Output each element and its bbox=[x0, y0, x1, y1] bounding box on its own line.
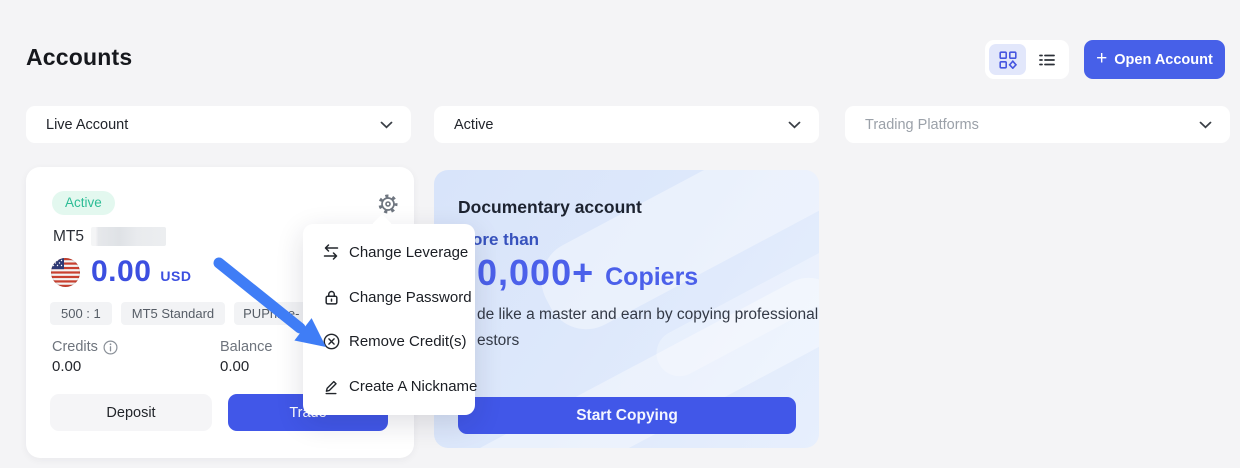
platform-label: MT5 bbox=[53, 228, 84, 246]
credits-label: Credits bbox=[52, 339, 98, 355]
pencil-icon bbox=[322, 378, 340, 396]
chevron-down-icon bbox=[788, 121, 801, 129]
list-view-icon bbox=[1038, 51, 1056, 69]
account-type-tag: MT5 Standard bbox=[121, 302, 225, 325]
account-tags: 500 : 1 MT5 Standard PUPrime- 2 bbox=[50, 302, 346, 325]
chevron-down-icon bbox=[1199, 121, 1212, 129]
promo-description-line1: de like a master and earn by copying pro… bbox=[477, 306, 818, 324]
start-copying-button[interactable]: Start Copying bbox=[458, 397, 796, 434]
balance-amount: 0.00 bbox=[91, 255, 151, 289]
deposit-label: Deposit bbox=[106, 405, 155, 421]
currency-code: USD bbox=[160, 268, 191, 284]
chevron-down-icon bbox=[380, 121, 393, 129]
lock-icon bbox=[322, 288, 340, 306]
copiers-word: Copiers bbox=[605, 263, 698, 292]
promo-description-line2: estors bbox=[477, 332, 519, 350]
view-toggle bbox=[985, 40, 1069, 79]
menu-item-label: Remove Credit(s) bbox=[349, 333, 467, 350]
leverage-tag: 500 : 1 bbox=[50, 302, 112, 325]
trading-platforms-dropdown[interactable]: Trading Platforms bbox=[845, 106, 1230, 143]
balance-label: Balance bbox=[220, 339, 272, 355]
us-flag-icon bbox=[51, 258, 80, 287]
balance-display: 0.00 USD bbox=[51, 255, 191, 289]
promo-title: Documentary account bbox=[458, 197, 642, 218]
trading-platforms-placeholder: Trading Platforms bbox=[865, 117, 1199, 133]
open-account-button[interactable]: + Open Account bbox=[1084, 40, 1225, 79]
status-badge: Active bbox=[52, 191, 115, 215]
credits-value: 0.00 bbox=[52, 358, 220, 375]
promo-subtitle: ore than bbox=[472, 230, 539, 250]
account-type-value: Live Account bbox=[46, 117, 380, 133]
deposit-button[interactable]: Deposit bbox=[50, 394, 212, 431]
gear-icon[interactable] bbox=[376, 192, 400, 216]
info-icon[interactable] bbox=[103, 340, 118, 355]
copiers-count: 0,000+ Copiers bbox=[477, 252, 698, 294]
account-type-dropdown[interactable]: Live Account bbox=[26, 106, 411, 143]
open-account-label: Open Account bbox=[1114, 52, 1213, 68]
menu-item-change-leverage[interactable]: Change Leverage bbox=[303, 232, 475, 272]
server-tag-prefix: PUPrime- bbox=[243, 302, 299, 325]
swap-arrows-icon bbox=[322, 243, 340, 261]
accounts-page: Accounts + Open Acco bbox=[0, 0, 1240, 468]
start-copying-label: Start Copying bbox=[576, 407, 678, 425]
grid-view-icon bbox=[999, 51, 1017, 69]
grid-view-button[interactable] bbox=[989, 44, 1026, 75]
account-balance: 0.00 USD bbox=[91, 255, 191, 289]
menu-item-remove-credits[interactable]: Remove Credit(s) bbox=[303, 322, 475, 362]
menu-item-create-nickname[interactable]: Create A Nickname bbox=[303, 367, 475, 407]
plus-icon: + bbox=[1096, 49, 1107, 68]
menu-item-change-password[interactable]: Change Password bbox=[303, 277, 475, 317]
list-view-button[interactable] bbox=[1028, 44, 1065, 75]
redacted-account-number bbox=[91, 227, 166, 246]
status-value: Active bbox=[454, 117, 788, 133]
copiers-number: 0,000+ bbox=[477, 252, 594, 294]
status-dropdown[interactable]: Active bbox=[434, 106, 819, 143]
circle-x-icon bbox=[322, 333, 340, 351]
account-settings-menu: Change Leverage Change Password Remove C… bbox=[303, 224, 475, 415]
menu-item-label: Change Password bbox=[349, 289, 472, 306]
page-title: Accounts bbox=[26, 44, 132, 71]
menu-item-label: Create A Nickname bbox=[349, 378, 477, 395]
account-identity: MT5 bbox=[53, 227, 166, 246]
credits-figure: Credits 0.00 bbox=[52, 339, 220, 375]
menu-item-label: Change Leverage bbox=[349, 244, 468, 261]
